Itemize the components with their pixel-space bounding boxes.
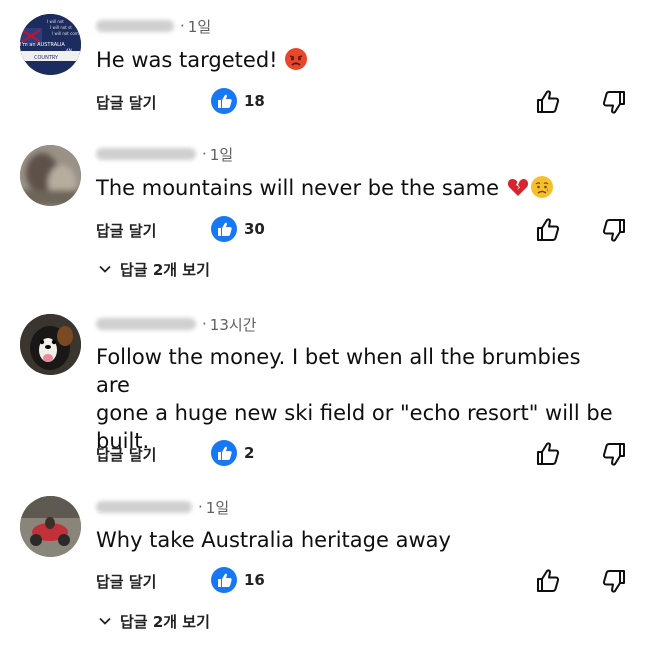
like-badge-icon bbox=[211, 216, 237, 242]
like-badge-icon bbox=[211, 567, 237, 593]
avatar[interactable] bbox=[20, 145, 81, 206]
thumb-up-outline-icon[interactable] bbox=[534, 88, 562, 116]
comment-text-line: Follow the money. I bet when all the bru… bbox=[96, 345, 581, 397]
avatar[interactable]: I will not I will not st I will not com … bbox=[20, 14, 81, 75]
reply-button[interactable]: 답글 달기 bbox=[96, 571, 156, 592]
comment-text-line: gone a huge new ski field or "echo resor… bbox=[96, 401, 613, 425]
comment-meta: · 13시간 bbox=[96, 312, 256, 336]
comment-text: He was targeted! bbox=[96, 46, 616, 78]
thumb-up-outline-icon[interactable] bbox=[534, 440, 562, 468]
comment-text-content: Why take Australia heritage away bbox=[96, 528, 451, 552]
like-count: 18 bbox=[244, 92, 265, 110]
like-badge-icon bbox=[211, 88, 237, 114]
avatar-line: I will not com bbox=[52, 31, 79, 36]
thumb-down-outline-icon[interactable] bbox=[600, 567, 628, 595]
avatar-line: I will not bbox=[47, 19, 64, 24]
reply-button[interactable]: 답글 달기 bbox=[96, 220, 156, 241]
like-count: 30 bbox=[244, 220, 265, 238]
comment-actions: 답글 달기 2 bbox=[96, 440, 632, 470]
thumb-up-outline-icon[interactable] bbox=[534, 567, 562, 595]
timestamp: 1일 bbox=[187, 17, 212, 36]
angry-face-icon bbox=[284, 47, 308, 78]
avatar-line: COUNTRY bbox=[34, 55, 59, 61]
avatar[interactable] bbox=[20, 314, 81, 375]
timestamp: 1일 bbox=[209, 145, 234, 164]
timestamp: 13시간 bbox=[209, 315, 257, 334]
sad-face-icon bbox=[530, 175, 554, 206]
like-count: 2 bbox=[244, 444, 255, 462]
view-replies-label: 답글 2개 보기 bbox=[120, 612, 210, 631]
view-replies-button[interactable]: 답글 2개 보기 bbox=[98, 258, 210, 280]
view-replies-button[interactable]: 답글 2개 보기 bbox=[98, 610, 210, 632]
reply-button[interactable]: 답글 달기 bbox=[96, 92, 156, 113]
avatar-line: I will not st bbox=[50, 25, 72, 30]
comment-actions: 답글 달기 30 bbox=[96, 216, 632, 246]
author-name[interactable] bbox=[96, 318, 196, 330]
comment-text-content: The mountains will never be the same bbox=[96, 176, 500, 200]
like-badge-icon bbox=[211, 440, 237, 466]
like-count: 16 bbox=[244, 571, 265, 589]
comment-text-content: He was targeted! bbox=[96, 48, 278, 72]
chevron-down-icon bbox=[99, 617, 111, 625]
author-name[interactable] bbox=[96, 501, 192, 513]
comment-meta: · 1일 bbox=[96, 14, 211, 38]
timestamp: 1일 bbox=[205, 498, 230, 517]
author-name[interactable] bbox=[96, 148, 196, 160]
thumb-down-outline-icon[interactable] bbox=[600, 88, 628, 116]
thumb-down-outline-icon[interactable] bbox=[600, 216, 628, 244]
comment-meta: · 1일 bbox=[96, 142, 233, 166]
avatar[interactable] bbox=[20, 496, 81, 557]
comment-actions: 답글 달기 18 bbox=[96, 88, 632, 118]
broken-heart-icon bbox=[506, 175, 530, 206]
avatar-line: AN bbox=[66, 48, 72, 53]
thumb-down-outline-icon[interactable] bbox=[600, 440, 628, 468]
avatar-line: I'm an AUSTRALIA bbox=[20, 42, 65, 48]
comment-text: Why take Australia heritage away bbox=[96, 526, 616, 554]
comment-meta: · 1일 bbox=[96, 495, 229, 519]
chevron-down-icon bbox=[99, 265, 111, 273]
comment-text: The mountains will never be the same bbox=[96, 174, 616, 206]
reply-button[interactable]: 답글 달기 bbox=[96, 444, 156, 465]
thumb-up-outline-icon[interactable] bbox=[534, 216, 562, 244]
view-replies-label: 답글 2개 보기 bbox=[120, 260, 210, 279]
comment-actions: 답글 달기 16 bbox=[96, 567, 632, 597]
author-name[interactable] bbox=[96, 20, 174, 32]
comment-text: Follow the money. I bet when all the bru… bbox=[96, 343, 616, 455]
